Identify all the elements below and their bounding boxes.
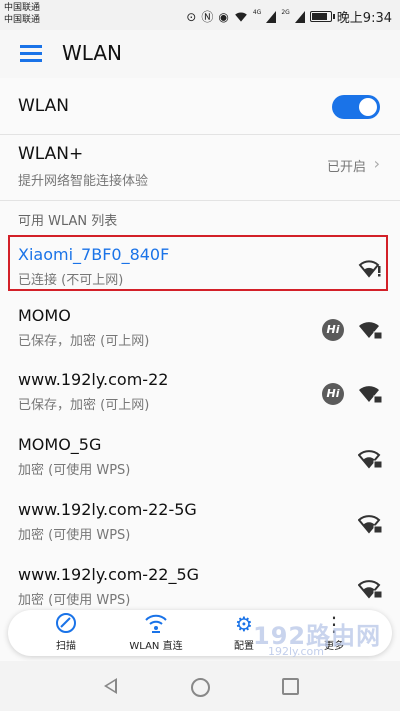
signal-label-2: 2G [281,9,290,16]
wlan-plus-status: 已开启 [326,160,366,175]
wifi-lock-icon [359,322,382,340]
network-name: www.192ly.com-22-5G [18,500,197,519]
page-title: WLAN [62,41,123,65]
wlan-direct-label: WLAN 直连 [129,641,183,652]
scan-button[interactable]: 扫描 [26,612,106,652]
wlan-direct-icon [116,612,196,636]
network-status: 加密 (可使用 WPS) [18,463,131,478]
divider [0,134,400,135]
back-icon[interactable] [104,678,117,694]
wlan-plus-title: WLAN+ [18,144,84,164]
available-networks-label: 可用 WLAN 列表 [18,214,118,229]
signal-icon [266,10,277,23]
carrier-label-2: 中国联通 [4,15,41,25]
wifi-lock-icon [358,515,382,534]
wlan-toggle-switch[interactable] [332,95,380,119]
chevron-right-icon: › [373,154,380,173]
divider [0,200,400,201]
network-item[interactable]: www.192ly.com-22 已保存，加密 (可上网) Hi [0,362,400,426]
status-icons: ⊙ Ⓝ ◉ 4G 2G 晚上9:34 [186,7,392,26]
signal-label-1: 4G [252,9,262,16]
hi-badge-icon: Hi [322,319,344,341]
network-status: 加密 (可使用 WPS) [18,593,131,608]
wifi-lock-icon [358,450,382,469]
wifi-lock-icon [359,386,382,404]
app-bar: WLAN [0,30,400,78]
wifi-icon [235,11,247,22]
wlan-toggle-label: WLAN [18,96,70,116]
signal-icon [294,10,305,23]
network-item[interactable]: MOMO 已保存，加密 (可上网) Hi [0,298,400,362]
status-time: 晚上9:34 [336,11,392,26]
network-status: 已保存，加密 (可上网) [18,334,150,349]
network-status: 已保存，加密 (可上网) [18,398,150,413]
location-icon: ⊙ [186,9,197,24]
carrier-label-1: 中国联通 [4,3,41,13]
home-icon[interactable] [191,678,210,697]
wifi-warning-icon [358,260,381,278]
network-status: 加密 (可使用 WPS) [18,528,131,543]
network-name: MOMO [18,306,71,325]
eye-icon: ◉ [218,9,229,24]
scan-label: 扫描 [56,641,76,652]
network-name: Xiaomi_7BF0_840F [18,245,170,264]
network-item-connected[interactable]: Xiaomi_7BF0_840F 已连接 (不可上网) [0,236,400,300]
menu-icon[interactable] [20,45,42,63]
hi-badge-icon: Hi [322,383,344,405]
wlan-plus-subtitle: 提升网络智能连接体验 [18,174,149,189]
battery-icon [309,11,335,22]
system-nav-bar [0,661,400,711]
network-status: 已连接 (不可上网) [18,273,124,288]
network-name: MOMO_5G [18,435,102,454]
network-item[interactable]: MOMO_5G 加密 (可使用 WPS) [0,427,400,491]
status-bar: 中国联通 中国联通 ⊙ Ⓝ ◉ 4G 2G 晚上9:34 [0,0,400,30]
watermark-url: 192ly.com [268,645,324,658]
wifi-lock-icon [358,580,382,599]
nfc-icon: Ⓝ [201,9,214,24]
network-item[interactable]: www.192ly.com-22-5G 加密 (可使用 WPS) [0,492,400,556]
network-name: www.192ly.com-22_5G [18,565,200,584]
network-name: www.192ly.com-22 [18,370,169,389]
recent-apps-icon[interactable] [282,678,299,695]
wlan-direct-button[interactable]: WLAN 直连 [116,612,196,652]
scan-icon [26,612,106,636]
